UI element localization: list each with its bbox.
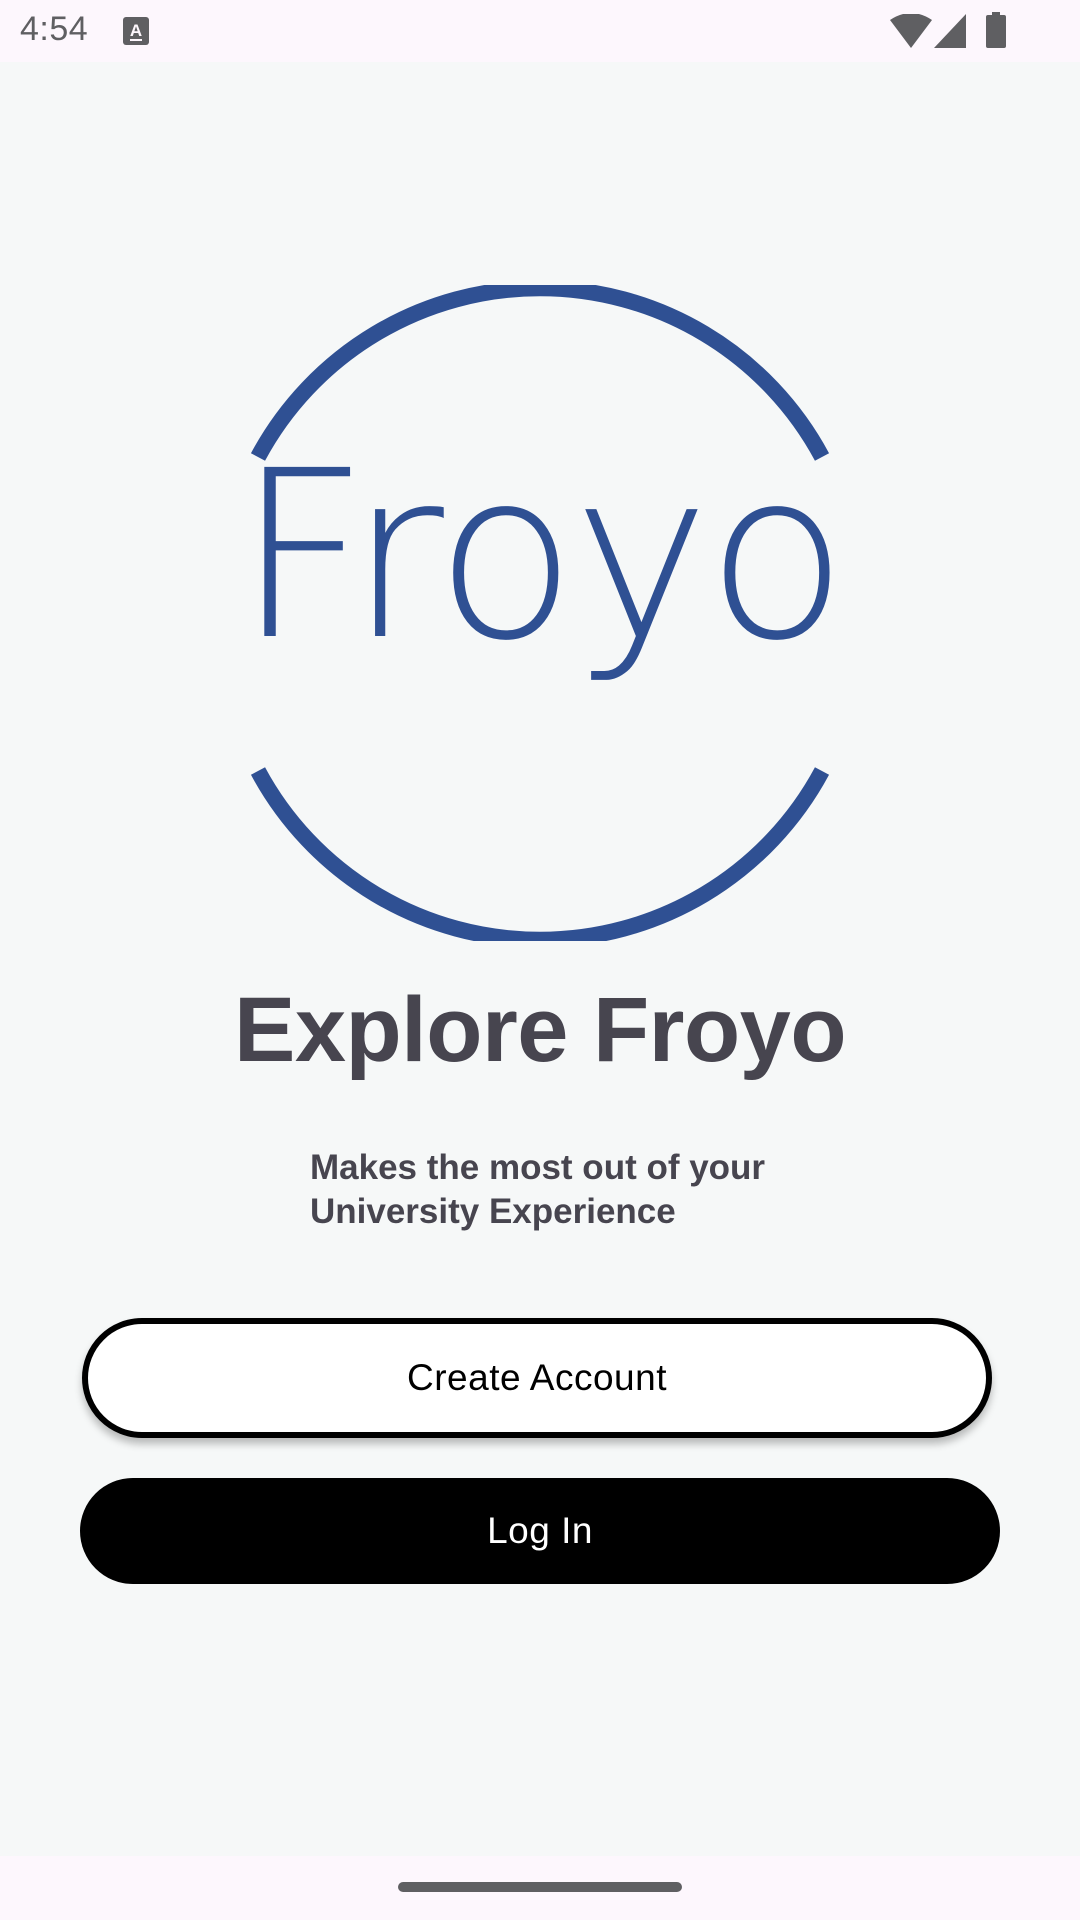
home-gesture-handle[interactable] — [398, 1882, 682, 1892]
log-in-label: Log In — [487, 1510, 593, 1551]
svg-text:A: A — [130, 21, 142, 40]
status-time: 4:54 — [20, 10, 89, 48]
create-account-label: Create Account — [407, 1357, 667, 1398]
subtitle-line-2: University Experience — [310, 1192, 676, 1231]
froyo-logo-text: Froyo — [235, 421, 848, 691]
battery-icon — [986, 12, 1006, 48]
log-in-button[interactable]: Log In — [80, 1478, 1000, 1584]
subtitle: Makes the most out of your University Ex… — [310, 1146, 830, 1234]
create-account-button[interactable]: Create Account — [82, 1318, 992, 1438]
signal-icon — [934, 14, 966, 48]
a-keyboard-icon: A — [123, 17, 149, 45]
subtitle-line-1: Makes the most out of your — [310, 1148, 766, 1187]
page-title: Explore Froyo — [233, 979, 847, 1081]
status-bar: 4:54 A — [0, 0, 1080, 62]
wifi-icon — [890, 14, 932, 48]
